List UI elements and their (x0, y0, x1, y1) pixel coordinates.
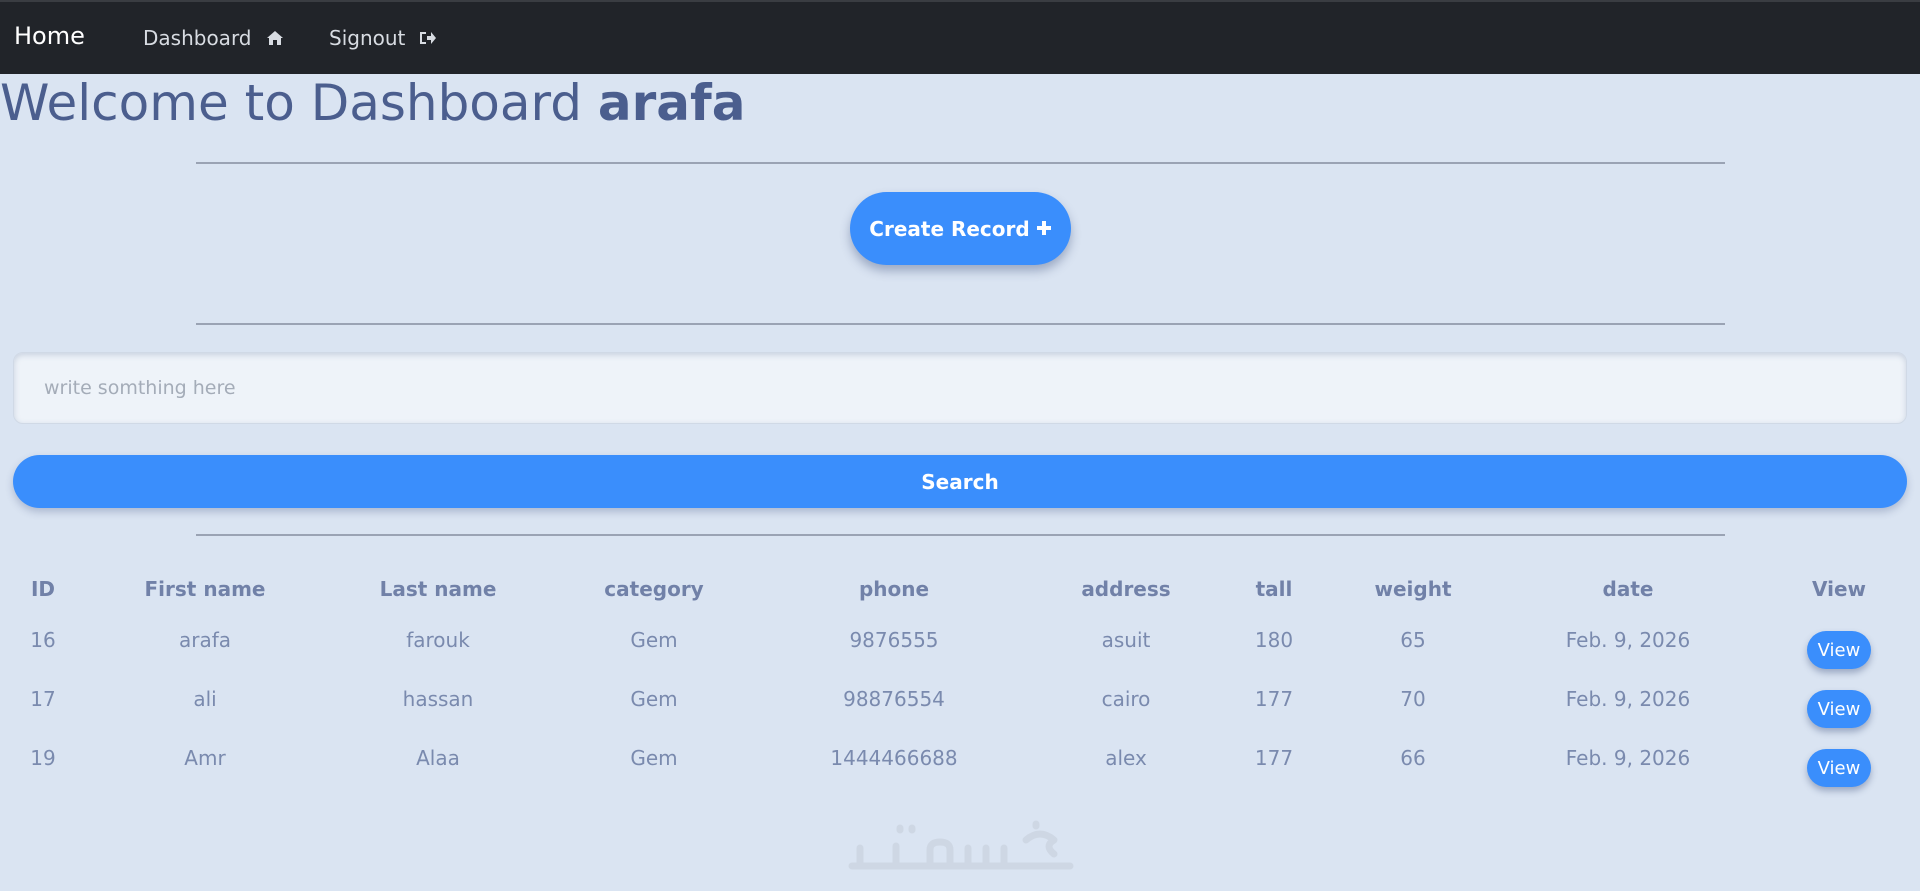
divider (196, 534, 1725, 536)
home-link[interactable]: Home (14, 22, 85, 50)
dashboard-link-label: Dashboard (143, 26, 252, 50)
column-header-address: address (1081, 577, 1171, 601)
column-header-category: category (604, 577, 704, 601)
cell-date: Feb. 9, 2026 (1565, 628, 1691, 652)
sign-out-icon (419, 30, 437, 46)
cell-tall: 177 (1254, 746, 1294, 770)
page-title: Welcome to Dashboard arafa (0, 74, 746, 132)
signout-link-label: Signout (329, 26, 406, 50)
dashboard-link[interactable]: Dashboard (143, 26, 284, 50)
column-header-last-name: Last name (379, 577, 497, 601)
cell-id: 17 (30, 687, 56, 711)
cell-category: Gem (630, 746, 678, 770)
view-button[interactable]: View (1807, 749, 1871, 787)
cell-weight: 70 (1400, 687, 1426, 711)
cell-phone: 9876555 (849, 628, 939, 652)
cell-address: alex (1105, 746, 1147, 770)
table-row: 19 Amr Alaa Gem 1444466688 alex 177 66 F… (0, 746, 1920, 787)
column-header-tall: tall (1255, 577, 1293, 601)
cell-address: asuit (1101, 628, 1151, 652)
column-header-first-name: First name (144, 577, 266, 601)
signout-link[interactable]: Signout (329, 26, 437, 50)
plus-icon (1036, 217, 1052, 241)
navbar: Home Dashboard Signout (0, 0, 1920, 74)
home-icon (266, 30, 284, 46)
cell-first-name: ali (193, 687, 217, 711)
divider (196, 162, 1725, 164)
search-button[interactable]: Search (13, 455, 1907, 508)
cell-weight: 65 (1400, 628, 1426, 652)
cell-category: Gem (630, 628, 678, 652)
column-header-weight: weight (1374, 577, 1452, 601)
column-header-view: View (1811, 577, 1867, 601)
column-header-date: date (1602, 577, 1654, 601)
cell-date: Feb. 9, 2026 (1565, 746, 1691, 770)
cell-weight: 66 (1400, 746, 1426, 770)
page-title-username: arafa (597, 74, 746, 132)
cell-id: 16 (30, 628, 56, 652)
cell-category: Gem (630, 687, 678, 711)
watermark-logo (840, 818, 1080, 878)
cell-phone: 1444466688 (830, 746, 958, 770)
table-row: 17 ali hassan Gem 98876554 cairo 177 70 … (0, 687, 1920, 728)
create-record-label: Create Record (869, 216, 1030, 241)
search-input[interactable] (13, 352, 1907, 424)
column-header-phone: phone (858, 577, 930, 601)
cell-tall: 180 (1254, 628, 1294, 652)
cell-date: Feb. 9, 2026 (1565, 687, 1691, 711)
create-record-button[interactable]: Create Record (850, 192, 1071, 265)
cell-last-name: farouk (406, 628, 470, 652)
column-header-id: ID (30, 577, 56, 601)
cell-last-name: Alaa (416, 746, 460, 770)
cell-first-name: Amr (184, 746, 226, 770)
table-row: 16 arafa farouk Gem 9876555 asuit 180 65… (0, 628, 1920, 669)
view-button[interactable]: View (1807, 690, 1871, 728)
divider (196, 323, 1725, 325)
cell-first-name: arafa (178, 628, 232, 652)
cell-last-name: hassan (402, 687, 474, 711)
cell-address: cairo (1101, 687, 1151, 711)
cell-phone: 98876554 (843, 687, 945, 711)
page-title-prefix: Welcome to Dashboard (0, 74, 582, 132)
cell-tall: 177 (1254, 687, 1294, 711)
view-button[interactable]: View (1807, 631, 1871, 669)
table-header-row: ID First name Last name category phone a… (0, 577, 1920, 617)
cell-id: 19 (30, 746, 56, 770)
